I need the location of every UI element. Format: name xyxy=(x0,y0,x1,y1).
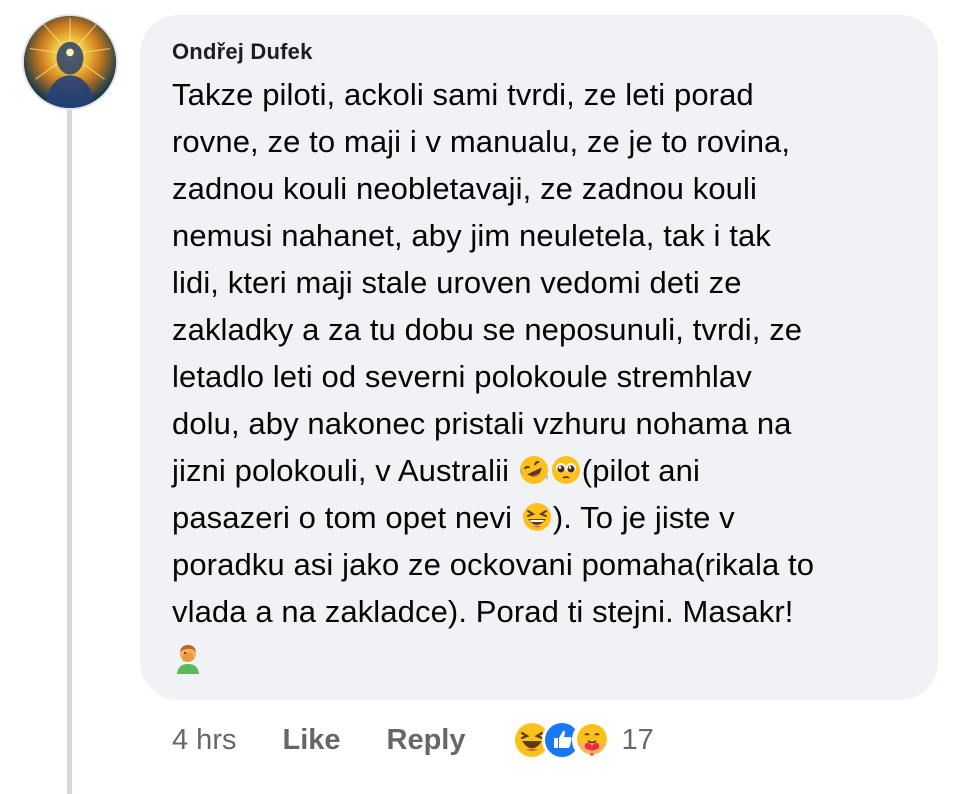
comment-line: lidi, kteri maji stale uroven vedomi det… xyxy=(172,265,742,300)
man-facepalming-emoji xyxy=(172,642,204,674)
comment-line: Takze piloti, ackoli sami tvrdi, ze leti… xyxy=(172,77,754,112)
comment-line: letadlo leti od severni polokoule stremh… xyxy=(172,359,752,394)
comment-line: zadnou kouli neobletavaji, ze zadnou kou… xyxy=(172,171,757,206)
grinning-squinting-face-emoji xyxy=(521,501,553,533)
comment-thread: Ondřej Dufek Takze piloti, ackoli sami t… xyxy=(0,0,960,794)
comment-line: zakladky a za tu dobu se neposunuli, tvr… xyxy=(172,312,803,347)
avatar[interactable] xyxy=(22,14,118,110)
comment-line: dolu, aby nakonec pristali vzhuru nohama… xyxy=(172,406,792,441)
comment-line-text: (pilot ani xyxy=(581,453,700,488)
comment-line xyxy=(172,635,910,682)
comment-line-text: jizni polokouli, v Australii xyxy=(172,453,518,488)
comment-line: rovne, ze to maji i v manualu, ze je to … xyxy=(172,124,791,159)
comment-timestamp[interactable]: 4 hrs xyxy=(172,724,236,757)
comment-text: Takze piloti, ackoli sami tvrdi, ze leti… xyxy=(172,71,910,682)
comment-line: poradku asi jako ze ockovani pomaha(rika… xyxy=(172,547,815,582)
comment-author-name[interactable]: Ondřej Dufek xyxy=(172,39,910,65)
care-reaction-icon xyxy=(571,720,612,760)
comment-line: vlada a na zakladce). Porad ti stejni. M… xyxy=(172,594,794,629)
reaction-count: 17 xyxy=(621,723,654,756)
comment-line: pasazeri o tom opet nevi ). To je jiste … xyxy=(172,494,910,541)
comment-actions-bar: 4 hrs Like Reply 17 xyxy=(172,718,654,762)
comment-line-text: pasazeri o tom opet nevi xyxy=(172,500,521,535)
comment-line: jizni polokouli, v Australii (pilot ani xyxy=(172,447,910,494)
thread-connector-line xyxy=(67,108,72,794)
pleading-face-emoji xyxy=(550,454,582,486)
comment-bubble: Ondřej Dufek Takze piloti, ackoli sami t… xyxy=(140,15,938,700)
comment-line-text: ). To je jiste v xyxy=(552,500,735,535)
reply-button[interactable]: Reply xyxy=(387,724,466,757)
like-button[interactable]: Like xyxy=(282,724,340,757)
reactions-summary[interactable]: 17 xyxy=(511,720,654,760)
comment-line: nemusi nahanet, aby jim neuletela, tak i… xyxy=(172,218,771,253)
rolling-on-floor-laughing-emoji xyxy=(518,454,550,486)
